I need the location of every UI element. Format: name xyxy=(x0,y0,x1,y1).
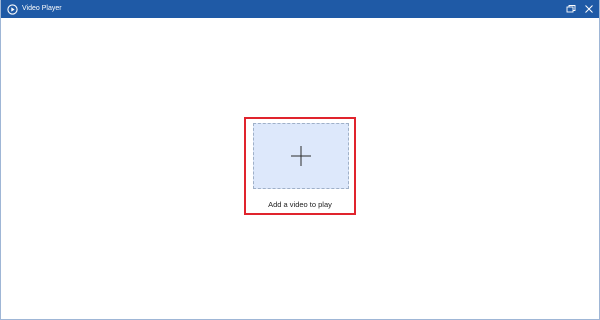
title-bar[interactable]: Video Player xyxy=(1,0,599,18)
add-video-dropzone[interactable] xyxy=(253,123,349,189)
plus-icon xyxy=(290,145,312,167)
add-video-label: Add a video to play xyxy=(268,200,332,209)
close-icon xyxy=(584,4,594,14)
title-bar-left: Video Player xyxy=(7,0,565,18)
restore-window-icon xyxy=(566,4,576,14)
play-circle-icon xyxy=(7,3,18,15)
video-player-window: Video Player Add a video to play xyxy=(0,0,600,320)
window-controls xyxy=(565,3,595,15)
close-button[interactable] xyxy=(583,3,595,15)
add-video-panel[interactable]: Add a video to play xyxy=(244,117,356,215)
restore-window-button[interactable] xyxy=(565,3,577,15)
window-title: Video Player xyxy=(22,5,62,12)
